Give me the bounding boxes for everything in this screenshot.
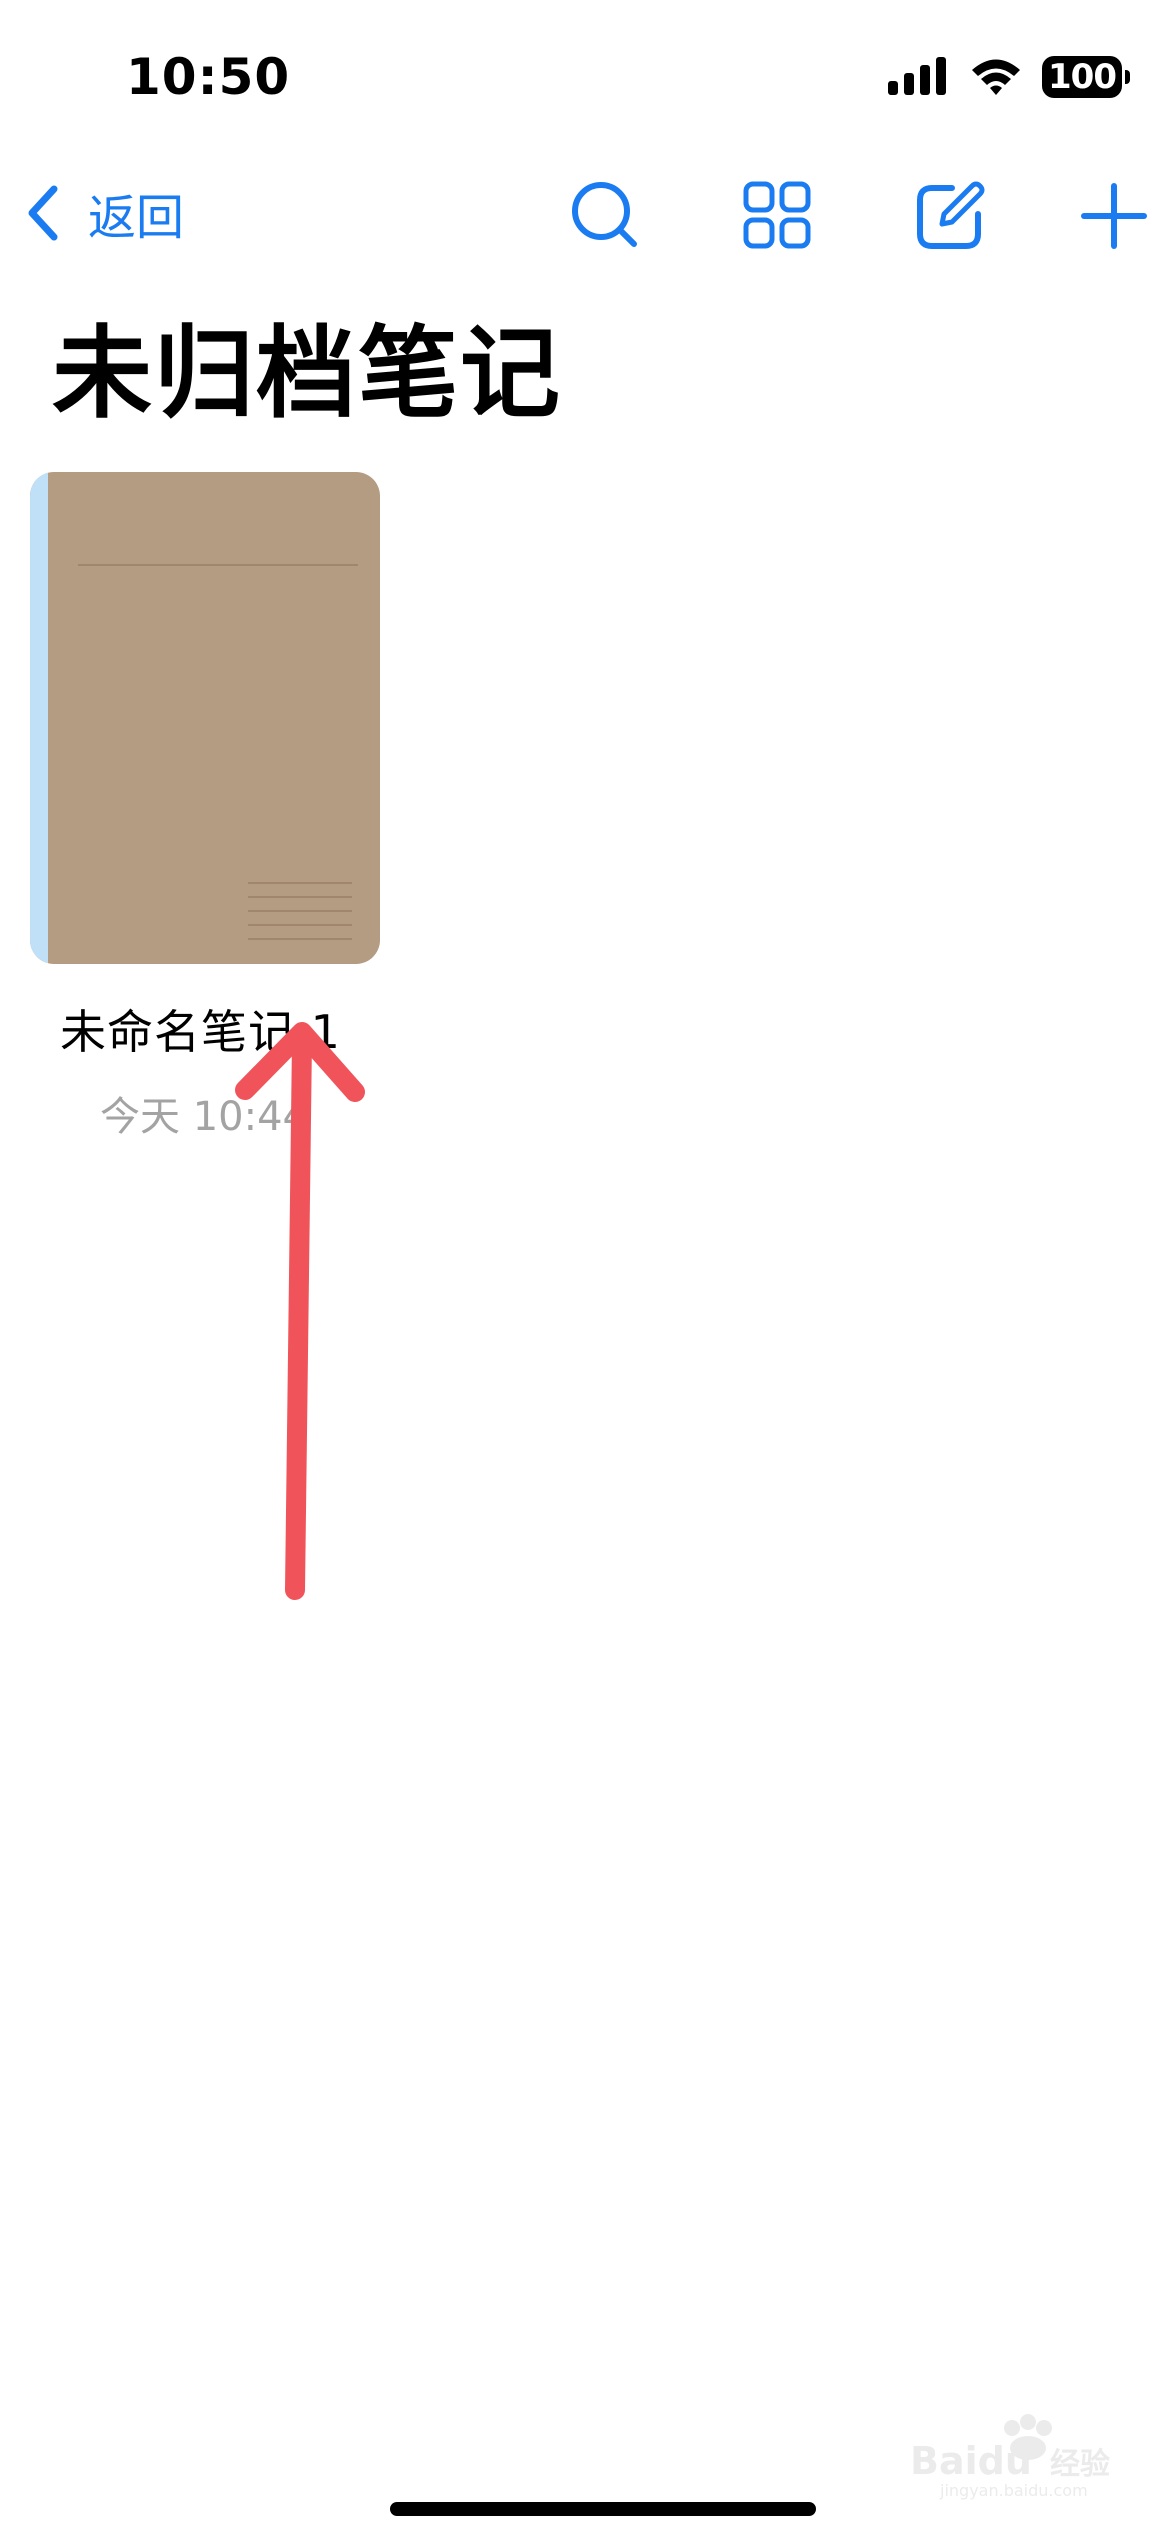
cover-line: [248, 882, 352, 884]
back-label: 返回: [88, 190, 185, 246]
battery-tip: [1125, 70, 1130, 84]
signal-icon: [888, 57, 946, 95]
svg-text:经验: 经验: [1050, 2447, 1110, 2482]
cover-line: [248, 896, 352, 898]
cover-line: [248, 924, 352, 926]
notebook-title[interactable]: 未命名笔记 1: [60, 996, 341, 1062]
status-time: 10:50: [126, 48, 291, 106]
wifi-icon: [972, 59, 1020, 95]
back-button[interactable]: 返回: [24, 178, 184, 248]
cover-line: [248, 910, 352, 912]
cover-line: [248, 938, 352, 940]
svg-text:jingyan.baidu.com: jingyan.baidu.com: [939, 2481, 1088, 2500]
nav-bar: 返回: [0, 160, 1170, 270]
add-icon[interactable]: [1076, 178, 1152, 254]
notebook-cover: [30, 472, 380, 964]
cover-line: [78, 564, 358, 566]
search-icon[interactable]: [568, 178, 644, 254]
status-icons: 100: [886, 52, 1130, 102]
notebook-spine: [30, 472, 48, 964]
chevron-left-icon: [28, 185, 58, 241]
page-title: 未归档笔记: [52, 315, 562, 432]
notebook-date: 今天 10:44: [100, 1094, 308, 1140]
watermark-logo: Baidu 经验 jingyan.baidu.com: [910, 2414, 1110, 2500]
compose-icon[interactable]: [912, 178, 988, 254]
svg-text:Baidu: Baidu: [910, 2439, 1032, 2483]
notebook-card[interactable]: [30, 472, 380, 964]
status-bar: 10:50 100: [0, 0, 1170, 150]
grid-view-icon[interactable]: [740, 178, 816, 254]
battery-icon: 100: [1042, 56, 1130, 98]
home-indicator[interactable]: [390, 2502, 816, 2516]
battery-level: 100: [1048, 57, 1117, 97]
